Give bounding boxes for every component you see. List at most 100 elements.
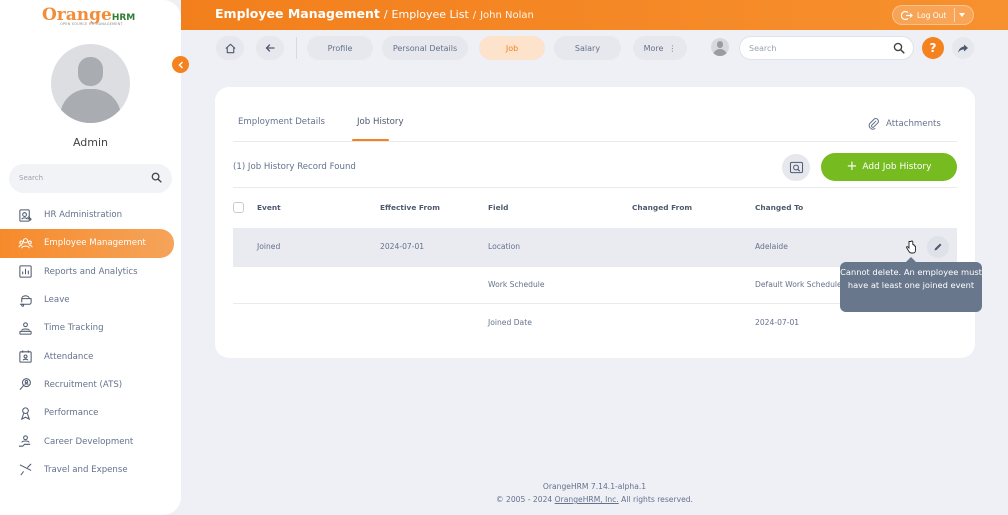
cell-field: Work Schedule (488, 280, 545, 289)
performance-icon (17, 405, 34, 422)
cell-field: Location (488, 242, 521, 251)
column-header-effective-from[interactable]: Effective From (380, 203, 440, 212)
footer-company-link[interactable]: OrangeHRM, Inc. (555, 495, 619, 504)
sidebar: OrangeHRM OPEN SOURCE HR MANAGEMENT Admi… (0, 0, 181, 515)
recruitment-icon (17, 376, 34, 393)
home-icon (224, 43, 236, 53)
leave-icon (17, 292, 34, 309)
share-button[interactable] (952, 37, 974, 59)
search-filter-icon (789, 161, 803, 174)
breadcrumb-module[interactable]: Employee Management (215, 6, 380, 21)
tab-salary[interactable]: Salary (554, 36, 621, 60)
sidebar-item-reports-and-analytics[interactable]: Reports and Analytics (0, 258, 181, 286)
records-found-text: (1) Job History Record Found (233, 162, 356, 172)
breadcrumb-separator: / (472, 10, 477, 21)
sidebar-item-performance[interactable]: Performance (0, 399, 181, 427)
travel-icon (17, 461, 34, 478)
select-all-checkbox[interactable] (233, 202, 244, 213)
sidebar-item-recruitment[interactable]: Recruitment (ATS) (0, 371, 181, 399)
sidebar-item-label: Time Tracking (44, 323, 104, 334)
time-tracking-icon (17, 320, 34, 337)
attachments-link[interactable]: Attachments (867, 117, 941, 130)
sidebar-item-label: Travel and Expense (44, 464, 128, 475)
avatar[interactable] (51, 44, 130, 123)
cell-changed-to: 2024-07-01 (755, 318, 800, 327)
add-job-history-button[interactable]: + Add Job History (821, 153, 957, 181)
sidebar-item-label: Career Development (44, 436, 134, 447)
table-divider (233, 187, 957, 188)
breadcrumb-separator: / (383, 8, 388, 21)
more-vertical-icon: ⋮ (668, 43, 677, 53)
cell-changed-to: Adelaide (755, 242, 788, 251)
divider (233, 141, 957, 142)
sidebar-search-input[interactable]: Search (9, 164, 172, 193)
logout-label: Log Out (917, 11, 947, 20)
chevron-left-icon (177, 61, 183, 68)
sidebar-item-travel-and-expense[interactable]: Travel and Expense (0, 456, 181, 484)
logout-icon (900, 10, 913, 24)
tab-more[interactable]: More ⋮ (633, 36, 687, 60)
attachments-label: Attachments (886, 118, 941, 129)
filter-button[interactable] (782, 154, 810, 181)
tab-profile[interactable]: Profile (307, 36, 373, 60)
column-header-changed-to[interactable]: Changed To (755, 203, 803, 212)
header-search-input[interactable]: Search (739, 36, 914, 60)
sidebar-item-label: Leave (44, 295, 70, 306)
sidebar-item-label: Performance (44, 408, 99, 419)
reports-icon (17, 263, 34, 280)
sidebar-item-leave[interactable]: Leave (0, 286, 181, 314)
tab-job[interactable]: Job (479, 36, 545, 60)
sidebar-item-label: Recruitment (ATS) (44, 379, 123, 390)
sidebar-collapse-button[interactable] (172, 56, 189, 73)
attendance-icon (17, 348, 34, 365)
cell-changed-to: Default Work Schedule (755, 280, 842, 289)
back-button[interactable] (256, 36, 284, 60)
cell-field: Joined Date (488, 318, 532, 327)
search-icon[interactable] (151, 172, 162, 186)
home-button[interactable] (216, 36, 244, 60)
tab-employment-details[interactable]: Employment Details (238, 117, 325, 127)
column-header-field[interactable]: Field (488, 203, 508, 212)
column-header-event[interactable]: Event (257, 203, 281, 212)
sub-navigation: Profile Personal Details Job Salary More… (181, 30, 1008, 66)
breadcrumb-employee-name: John Nolan (480, 10, 534, 21)
delete-button[interactable] (900, 236, 922, 258)
arrow-left-icon (265, 44, 275, 52)
cell-effective-from: 2024-07-01 (380, 242, 425, 251)
add-job-history-label: Add Job History (862, 162, 932, 172)
breadcrumb-employee-list[interactable]: Employee List (392, 8, 469, 21)
sidebar-item-career-development[interactable]: Career Development (0, 427, 181, 455)
search-icon[interactable] (893, 42, 905, 57)
sidebar-item-label: HR Administration (44, 210, 123, 221)
footer-copyright-prefix: © 2005 - 2024 (496, 495, 553, 504)
career-development-icon (17, 433, 34, 450)
tab-personal-details[interactable]: Personal Details (382, 36, 468, 60)
employee-avatar[interactable] (711, 38, 729, 56)
help-button[interactable]: ? (922, 37, 944, 59)
footer-copyright-suffix: All rights reserved. (621, 495, 693, 504)
tab-job-history[interactable]: Job History (357, 117, 404, 127)
brand-logo[interactable]: OrangeHRM OPEN SOURCE HR MANAGEMENT (42, 5, 135, 27)
sidebar-item-time-tracking[interactable]: Time Tracking (0, 314, 181, 342)
employee-management-icon (17, 235, 34, 252)
sidebar-item-label: Employee Management (44, 238, 146, 249)
sidebar-item-employee-management[interactable]: Employee Management (0, 229, 174, 258)
delete-disabled-tooltip: Cannot delete. An employee must have at … (840, 257, 982, 312)
sidebar-item-hr-administration[interactable]: HR Administration (0, 201, 181, 229)
edit-button[interactable] (927, 236, 949, 258)
paperclip-icon (868, 118, 879, 130)
chevron-down-icon[interactable] (959, 13, 965, 17)
header-search-placeholder: Search (749, 44, 777, 53)
footer-copyright: © 2005 - 2024 OrangeHRM, Inc. All rights… (181, 495, 1008, 504)
logout-button[interactable]: Log Out (892, 5, 974, 25)
share-icon (958, 44, 968, 53)
cell-event: Joined (257, 242, 281, 251)
table-row[interactable] (233, 228, 957, 266)
column-header-changed-from[interactable]: Changed From (632, 203, 692, 212)
tab-more-label: More (643, 43, 664, 53)
job-history-card: Employment Details Job History Attachmen… (215, 87, 975, 358)
sidebar-item-label: Attendance (44, 351, 94, 362)
sidebar-item-attendance[interactable]: Attendance (0, 342, 181, 370)
cursor-hand-icon (906, 240, 916, 254)
sidebar-search-placeholder: Search (19, 174, 44, 182)
